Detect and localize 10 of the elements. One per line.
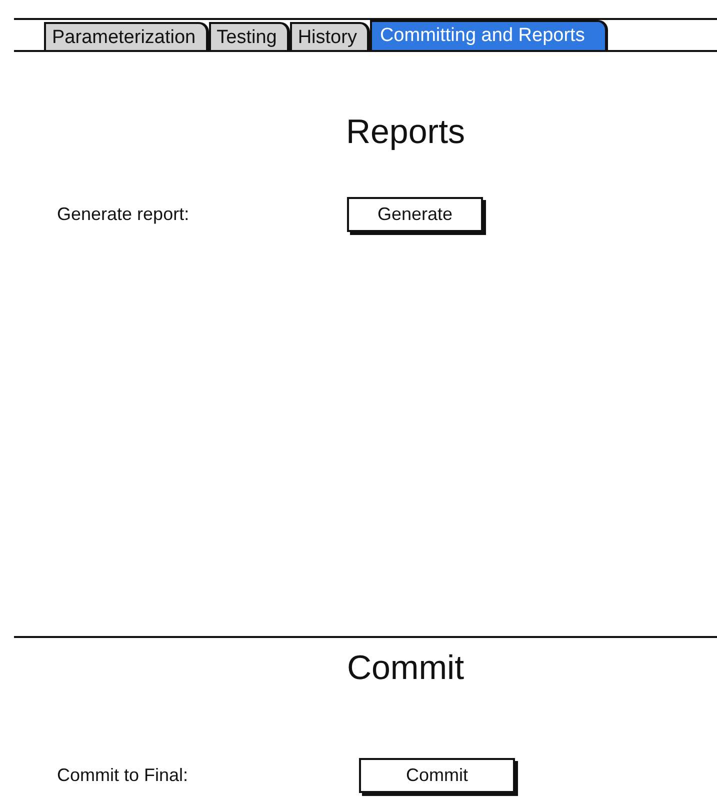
tab[interactable]: Committing and Reports — [370, 20, 608, 50]
commit-button[interactable]: Commit — [359, 758, 515, 793]
section-heading: Commit — [346, 648, 466, 688]
field-label: Generate report: — [57, 204, 190, 225]
generate-button[interactable]: Generate — [347, 197, 483, 232]
field-label: Commit to Final: — [57, 765, 188, 786]
tab[interactable]: Testing — [208, 22, 290, 50]
tab[interactable]: History — [290, 22, 370, 50]
tab[interactable]: Parameterization — [44, 22, 209, 50]
section-heading: Reports — [344, 112, 466, 152]
